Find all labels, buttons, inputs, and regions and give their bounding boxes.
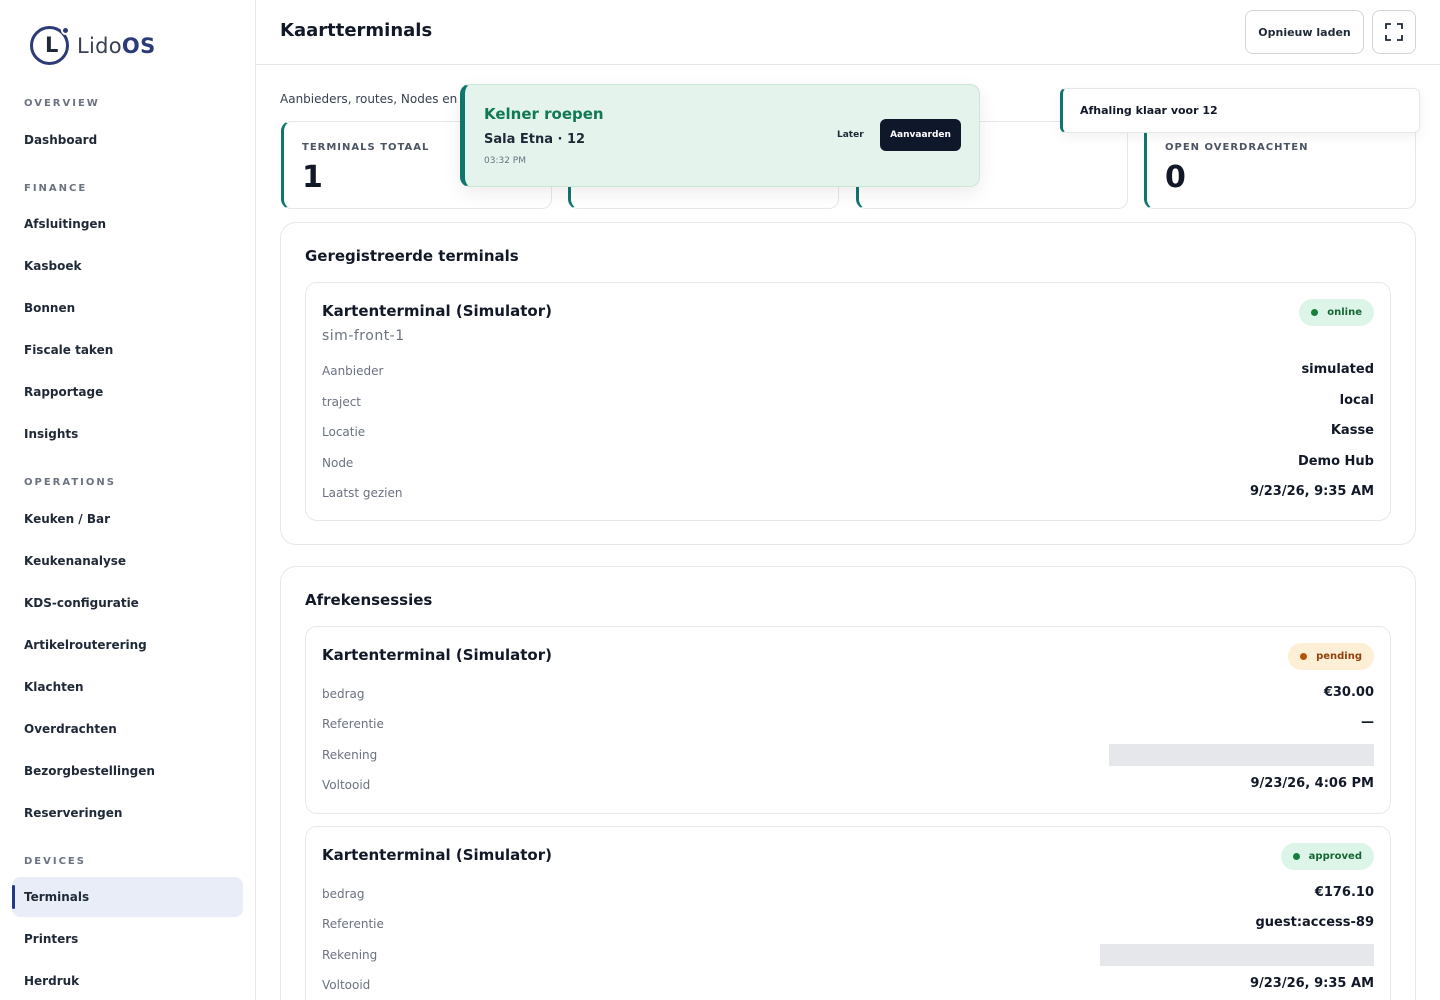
row-label-voltooid: Voltooid bbox=[322, 778, 371, 792]
sidebar-item-klachten[interactable]: Klachten bbox=[12, 667, 243, 707]
nav-section-overview: OVERVIEW bbox=[24, 98, 100, 109]
sidebar-item-herdruk[interactable]: Herdruk bbox=[12, 961, 243, 1000]
sidebar: L LidoOS OVERVIEW Dashboard FINANCE Afsl… bbox=[0, 0, 256, 1000]
stat-value: 1 bbox=[302, 160, 323, 195]
status-badge: approved bbox=[1280, 843, 1374, 870]
row-label-referentie: Referentie bbox=[322, 917, 384, 931]
reload-button[interactable]: Opnieuw laden bbox=[1245, 10, 1364, 54]
sidebar-item-keuken-bar[interactable]: Keuken / Bar bbox=[12, 499, 243, 539]
status-text: approved bbox=[1308, 851, 1362, 862]
sidebar-item-fiscale-taken[interactable]: Fiscale taken bbox=[12, 330, 243, 370]
sidebar-item-bezorgbestellingen[interactable]: Bezorgbestellingen bbox=[12, 751, 243, 791]
row-value-voltooid: 9/23/26, 9:35 AM bbox=[1249, 976, 1374, 991]
session-card[interactable]: Kartenterminal (Simulator) approved bedr… bbox=[305, 826, 1391, 1000]
sidebar-item-terminals[interactable]: Terminals bbox=[12, 877, 243, 917]
nav-section-devices: DEVICES bbox=[24, 856, 86, 867]
registered-terminals-panel: Geregistreerde terminals Kartenterminal … bbox=[280, 222, 1416, 545]
row-label-voltooid: Voltooid bbox=[322, 978, 371, 992]
later-button[interactable]: Later bbox=[837, 130, 864, 140]
nav-section-operations: OPERATIONS bbox=[24, 477, 116, 488]
status-dot-icon bbox=[1300, 653, 1308, 660]
rekening-placeholder bbox=[1109, 744, 1374, 766]
sidebar-item-keukenanalyse[interactable]: Keukenanalyse bbox=[12, 541, 243, 581]
sidebar-item-printers[interactable]: Printers bbox=[12, 919, 243, 959]
sidebar-item-overdrachten[interactable]: Overdrachten bbox=[12, 709, 243, 749]
session-terminal-name: Kartenterminal (Simulator) bbox=[322, 846, 552, 864]
terminal-id: sim-front-1 bbox=[322, 328, 405, 344]
topbar: Kaartterminals Opnieuw laden bbox=[256, 0, 1440, 65]
row-value-referentie: — bbox=[1361, 715, 1374, 730]
terminal-card[interactable]: Kartenterminal (Simulator) sim-front-1 o… bbox=[305, 282, 1391, 521]
sidebar-item-reserveringen[interactable]: Reserveringen bbox=[12, 793, 243, 833]
brand-name: LidoOS bbox=[77, 33, 156, 58]
sidebar-item-kasboek[interactable]: Kasboek bbox=[12, 246, 243, 286]
page-subtitle: Aanbieders, routes, Nodes en laa bbox=[280, 92, 480, 106]
row-value-bedrag: €176.10 bbox=[1314, 885, 1374, 900]
row-label-traject: traject bbox=[322, 395, 362, 409]
toast-title: Kelner roepen bbox=[484, 105, 604, 123]
panel-title: Afrekensessies bbox=[305, 591, 433, 609]
sidebar-item-afsluitingen[interactable]: Afsluitingen bbox=[12, 204, 243, 244]
terminal-name: Kartenterminal (Simulator) bbox=[322, 302, 552, 320]
logo[interactable]: L LidoOS bbox=[30, 26, 156, 65]
waiter-call-toast: Kelner roepen Sala Etna · 12 03:32 PM La… bbox=[460, 84, 980, 187]
stat-label: OPEN OVERDRACHTEN bbox=[1165, 142, 1309, 153]
row-value-laatst-gezien: 9/23/26, 9:35 AM bbox=[1249, 484, 1374, 499]
toast-time: 03:32 PM bbox=[484, 156, 526, 166]
row-label-laatst-gezien: Laatst gezien bbox=[322, 486, 403, 500]
status-text: pending bbox=[1316, 651, 1362, 662]
status-badge: online bbox=[1299, 299, 1374, 326]
row-label-rekening: Rekening bbox=[322, 948, 378, 962]
accept-button[interactable]: Aanvaarden bbox=[880, 119, 961, 151]
status-dot-icon bbox=[1311, 309, 1319, 316]
row-value-referentie: guest:access-89 bbox=[1255, 915, 1375, 930]
fullscreen-icon bbox=[1385, 23, 1403, 41]
status-dot-icon bbox=[1292, 853, 1300, 860]
pickup-ready-toast[interactable]: Afhaling klaar voor 12 bbox=[1060, 88, 1420, 133]
row-label-bedrag: bedrag bbox=[322, 687, 365, 701]
sidebar-item-rapportage[interactable]: Rapportage bbox=[12, 372, 243, 412]
sidebar-item-kds-configuratie[interactable]: KDS-configuratie bbox=[12, 583, 243, 623]
sidebar-item-insights[interactable]: Insights bbox=[12, 414, 243, 454]
sidebar-item-bonnen[interactable]: Bonnen bbox=[12, 288, 243, 328]
stat-card-open-overdrachten: OPEN OVERDRACHTEN 0 bbox=[1144, 121, 1416, 209]
session-card[interactable]: Kartenterminal (Simulator) pending bedra… bbox=[305, 626, 1391, 814]
row-label-bedrag: bedrag bbox=[322, 887, 365, 901]
logo-icon: L bbox=[30, 26, 70, 65]
fullscreen-button[interactable] bbox=[1372, 10, 1416, 54]
stat-label: TERMINALS TOTAAL bbox=[302, 142, 430, 153]
row-value-voltooid: 9/23/26, 4:06 PM bbox=[1250, 776, 1374, 791]
rekening-placeholder bbox=[1100, 944, 1374, 966]
status-badge: pending bbox=[1288, 643, 1374, 670]
panel-title: Geregistreerde terminals bbox=[305, 247, 519, 265]
page-title: Kaartterminals bbox=[280, 20, 433, 41]
checkout-sessions-panel: Afrekensessies Kartenterminal (Simulator… bbox=[280, 566, 1416, 1000]
row-value-traject: local bbox=[1339, 393, 1374, 408]
row-value-bedrag: €30.00 bbox=[1323, 685, 1374, 700]
row-label-referentie: Referentie bbox=[322, 717, 384, 731]
status-text: online bbox=[1327, 307, 1362, 318]
row-label-node: Node bbox=[322, 456, 354, 470]
toast-text: Afhaling klaar voor 12 bbox=[1080, 104, 1218, 117]
row-label-rekening: Rekening bbox=[322, 748, 378, 762]
nav-section-finance: FINANCE bbox=[24, 183, 88, 194]
toast-subtitle: Sala Etna · 12 bbox=[484, 132, 586, 147]
session-terminal-name: Kartenterminal (Simulator) bbox=[322, 646, 552, 664]
row-label-locatie: Locatie bbox=[322, 425, 366, 439]
sidebar-item-artikelroutering[interactable]: Artikelrouterering bbox=[12, 625, 243, 665]
stat-value: 0 bbox=[1165, 160, 1186, 195]
row-value-aanbieder: simulated bbox=[1301, 362, 1374, 377]
row-value-node: Demo Hub bbox=[1297, 454, 1374, 469]
row-value-locatie: Kasse bbox=[1330, 423, 1374, 438]
row-label-aanbieder: Aanbieder bbox=[322, 364, 384, 378]
sidebar-item-dashboard[interactable]: Dashboard bbox=[12, 120, 243, 160]
